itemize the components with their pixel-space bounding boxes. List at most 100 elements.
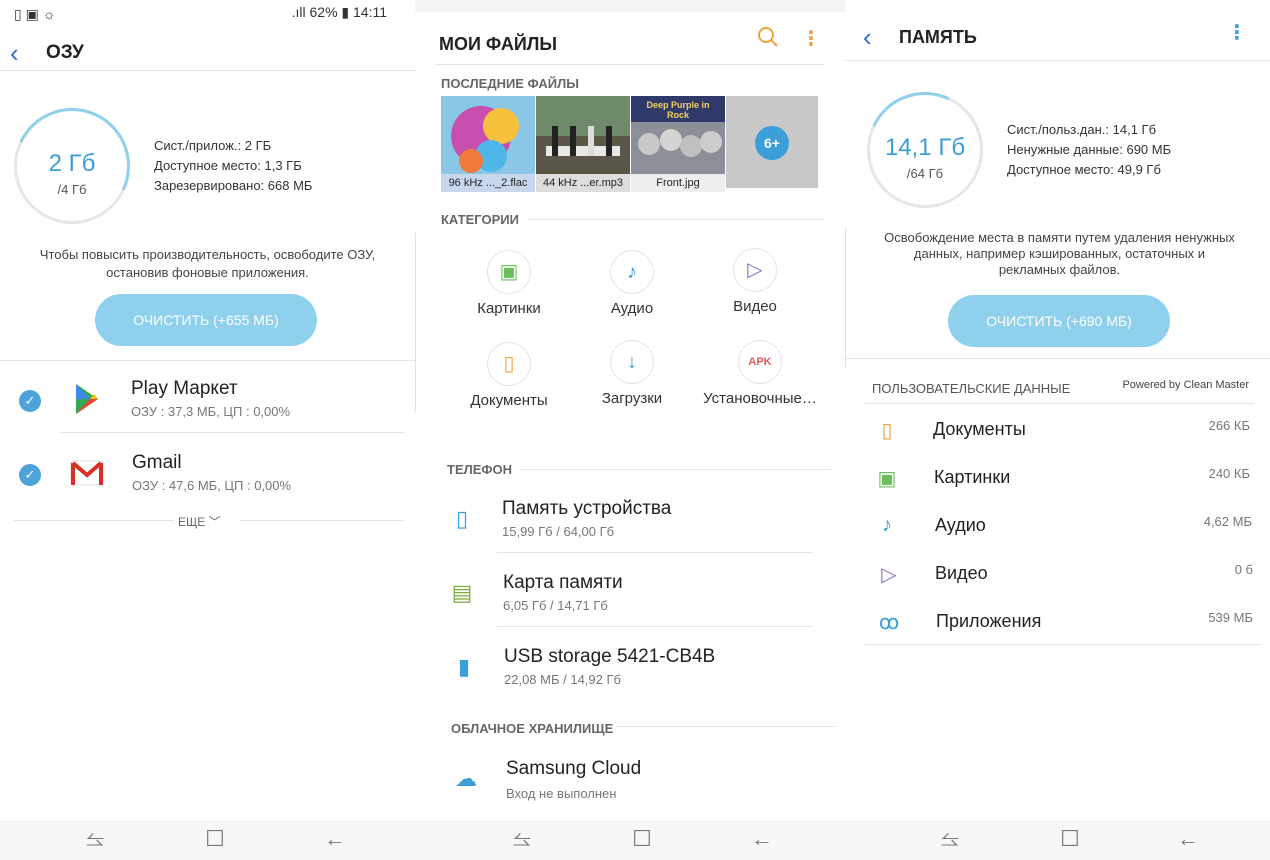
storage-sd-card[interactable]: ▤ Карта памяти 6,05 Гб / 14,71 Гб [435,566,835,624]
recent-file-caption: 44 kHz ...er.mp3 [536,174,630,192]
my-files-screen: МОИ ФАЙЛЫ ⋮ ПОСЛЕДНИЕ ФАЙЛЫ 96 kHz ..._2… [415,0,845,860]
memory-info-system: Сист./польз.дан.: 14,1 Гб [1007,122,1157,137]
ram-total: /4 Гб [57,182,87,197]
row-size: 0 б [1234,562,1253,577]
app-usage: ОЗУ : 47,6 МБ, ЦП : 0,00% [132,478,292,493]
more-divider-left [14,520,174,521]
user-data-row-documents[interactable]: ▯ Документы 266 КБ [865,410,1257,450]
row-name: Приложения [936,611,1042,631]
header-divider [845,60,1270,61]
section-user-data: ПОЛЬЗОВАТЕЛЬСКИЕ ДАННЫЕ [872,381,1071,396]
user-data-row-video[interactable]: ▷ Видео 0 б [865,554,1257,594]
storage-usage: 15,99 Гб / 64,00 Гб [502,524,615,539]
recent-file-thumb[interactable]: Deep Purple in Rock Front.jpg [631,96,725,192]
checkbox-checked-icon[interactable]: ✓ [19,464,41,486]
cloud-samsung[interactable]: ☁ Samsung Cloud Вход не выполнен [435,752,835,810]
home-icon[interactable]: ☐ [627,826,657,852]
row-name: Картинки [934,467,1011,487]
category-documents[interactable]: ▯ Документы [462,342,556,409]
ram-info: Сист./прилож.: 2 ГБ Доступное место: 1,3… [154,136,312,196]
navigation-bar: ⥦ ☐ ← [415,820,845,860]
back-nav-icon[interactable]: ← [320,826,350,852]
list-item[interactable]: ✓ Gmail ОЗУ : 47,6 МБ, ЦП : 0,00% [0,446,415,506]
row-divider [497,552,813,553]
row-divider [865,403,1254,404]
category-audio[interactable]: ♪ Аудио [585,250,679,317]
more-options-icon[interactable]: ⋮ [801,26,821,51]
row-divider [60,432,405,433]
document-icon: ▯ [487,342,531,386]
memory-info: Сист./польз.дан.: 14,1 Гб Ненужные данны… [1007,120,1171,180]
memory-hint-line: рекламных файлов. [998,262,1121,277]
checkbox-checked-icon[interactable]: ✓ [19,390,41,412]
category-label: Установочные… [703,390,817,407]
image-icon: ▣ [877,468,897,490]
status-icons-left: ▯ ▣ ☼ [14,6,56,22]
storage-name: Карта памяти [503,572,623,593]
row-size: 266 КБ [1208,418,1250,433]
row-size: 240 КБ [1208,466,1250,481]
status-bar-right: .ıll 62% ▮ 14:11 [291,4,387,20]
category-label: Аудио [610,300,654,317]
navigation-bar: ⥦ ☐ ← [0,820,415,860]
back-icon[interactable]: ‹ [863,24,872,50]
memory-hint-line: данных, например кэшированных, остаточны… [913,246,1206,261]
section-cloud: ОБЛАЧНОЕ ХРАНИЛИЩЕ [451,721,614,736]
panel-edge [845,228,849,368]
category-video[interactable]: ▷ Видео [708,248,802,315]
more-label: ЕЩЕ [178,515,206,529]
back-nav-icon[interactable]: ← [1173,826,1203,852]
recent-file-caption: 96 kHz ..._2.flac [441,174,535,192]
ram-hint-line: Чтобы повысить производительность, освоб… [39,247,376,262]
cloud-name: Samsung Cloud [506,758,642,779]
ram-hint-line: остановив фоновые приложения. [106,265,309,280]
back-nav-icon[interactable]: ← [747,826,777,852]
navigation-bar: ⥦ ☐ ← [845,820,1270,860]
section-divider [527,219,825,220]
download-icon: ↓ [610,340,654,384]
app-usage: ОЗУ : 37,3 МБ, ЦП : 0,00% [131,404,291,419]
image-icon: ▣ [487,250,531,294]
recent-file-caption: Front.jpg [631,174,725,192]
app-name: Play Маркет [131,378,238,399]
category-label: Видео [733,298,777,315]
row-size: 4,62 МБ [1203,514,1252,529]
recent-apps-icon[interactable]: ⥦ [80,826,110,852]
user-data-row-pictures[interactable]: ▣ Картинки 240 КБ [865,458,1257,498]
storage-device[interactable]: ▯ Память устройства 15,99 Гб / 64,00 Гб [435,492,835,550]
recent-apps-icon[interactable]: ⥦ [935,826,965,852]
category-downloads[interactable]: ↓ Загрузки [585,340,679,407]
document-icon: ▯ [881,420,893,442]
user-data-row-audio[interactable]: ♪ Аудио 4,62 МБ [865,506,1257,546]
more-button[interactable]: ЕЩЕ ﹀ [178,513,221,530]
ram-info-reserved: Зарезервировано: 668 МБ [154,178,313,193]
recent-apps-icon[interactable]: ⥦ [507,826,537,852]
ram-info-available: Доступное место: 1,3 ГБ [154,158,302,173]
memory-hint-line: Освобождение места в памяти путем удален… [884,230,1235,245]
recent-file-thumb[interactable]: 44 kHz ...er.mp3 [536,96,630,192]
row-name: Аудио [935,515,986,535]
home-icon[interactable]: ☐ [1055,826,1085,852]
search-icon[interactable] [755,24,781,50]
video-icon: ▷ [733,248,777,292]
category-pictures[interactable]: ▣ Картинки [462,250,556,317]
category-installers[interactable]: APK Установочные… [699,340,821,407]
clean-ram-button[interactable]: ОЧИСТИТЬ (+655 МБ) [95,294,317,346]
section-divider [0,360,415,361]
sd-card-icon: ▤ [451,580,473,605]
user-data-row-apps[interactable]: ꝏ Приложения 539 МБ [865,602,1257,642]
memory-used: 14,1 Гб [884,134,966,161]
page-title: ПАМЯТЬ [899,27,977,47]
ram-info-system: Сист./прилож.: 2 ГБ [154,138,272,153]
more-recent-files[interactable]: 6+ [726,96,818,188]
home-icon[interactable]: ☐ [200,826,230,852]
storage-usb[interactable]: ▮ USB storage 5421-CB4B 22,08 МБ / 14,92… [435,640,835,698]
category-label: Загрузки [601,390,663,407]
clean-memory-button[interactable]: ОЧИСТИТЬ (+690 МБ) [948,295,1170,347]
memory-screen: ‹ ПАМЯТЬ ⋮ 14,1 Гб /64 Гб Сист./польз.да… [845,0,1270,860]
more-options-icon[interactable]: ⋮ [1227,20,1247,45]
recent-file-thumb[interactable]: 96 kHz ..._2.flac [441,96,535,192]
back-icon[interactable]: ‹ [10,40,19,66]
list-item[interactable]: ✓ Play Маркет ОЗУ : 37,3 МБ, ЦП : 0,00% [0,372,415,432]
header-divider [435,64,825,65]
